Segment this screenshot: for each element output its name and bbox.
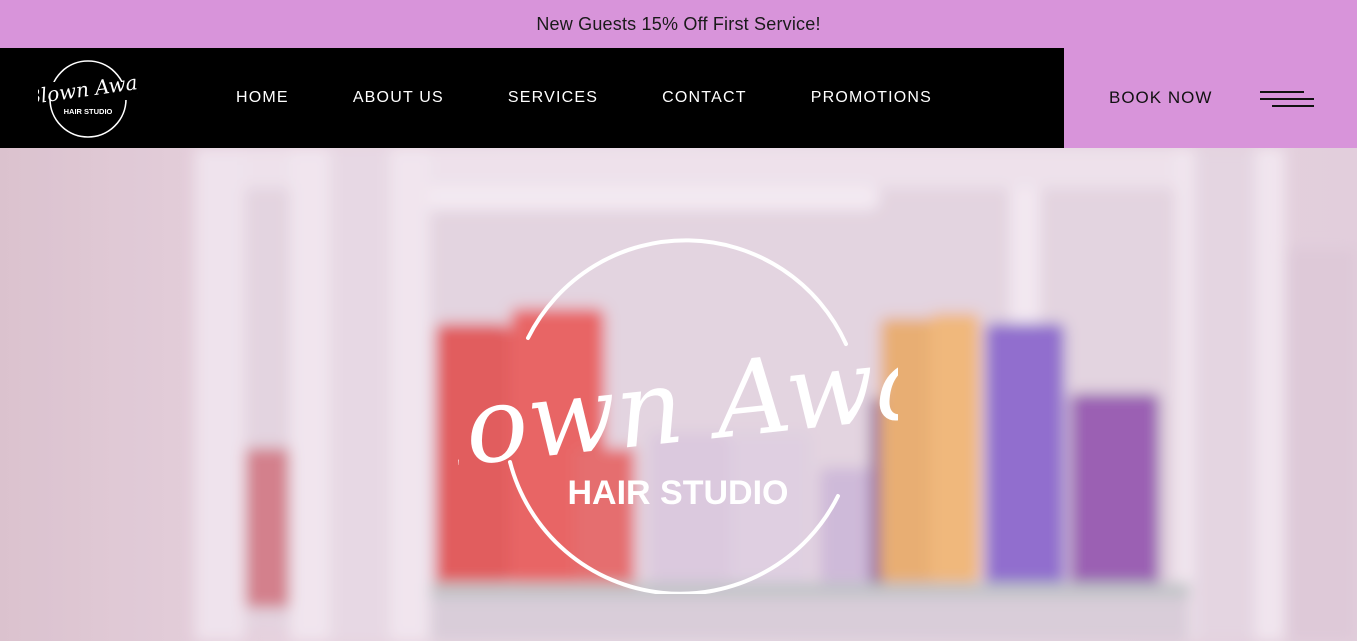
logo-sub-text: HAIR STUDIO [64, 107, 113, 116]
hero-logo-circle-top [526, 238, 848, 346]
site-header: Blown Away HAIR STUDIO HOME ABOUT US SER… [0, 48, 1357, 148]
hero-section: Blown Away HAIR STUDIO [0, 148, 1357, 641]
nav-item-contact[interactable]: CONTACT [662, 89, 747, 107]
book-now-button[interactable]: BOOK NOW [1109, 48, 1212, 148]
hero-logo-script-text: Blown Away [458, 312, 898, 501]
promo-text: New Guests 15% Off First Service! [536, 13, 821, 34]
nav-item-about-us[interactable]: ABOUT US [353, 89, 444, 107]
nav-item-services[interactable]: SERVICES [508, 89, 598, 107]
hamburger-menu-icon[interactable] [1258, 89, 1316, 109]
hero-logo-sub-text: HAIR STUDIO [568, 474, 789, 512]
logo-script-text: Blown Away [38, 68, 138, 109]
hero-logo: Blown Away HAIR STUDIO [458, 238, 898, 594]
nav-item-home[interactable]: HOME [236, 89, 289, 107]
site-logo[interactable]: Blown Away HAIR STUDIO [38, 58, 138, 140]
main-nav: HOME ABOUT US SERVICES CONTACT PROMOTION… [236, 48, 996, 148]
nav-item-promotions[interactable]: PROMOTIONS [811, 89, 932, 107]
promo-bar: New Guests 15% Off First Service! [0, 0, 1357, 48]
